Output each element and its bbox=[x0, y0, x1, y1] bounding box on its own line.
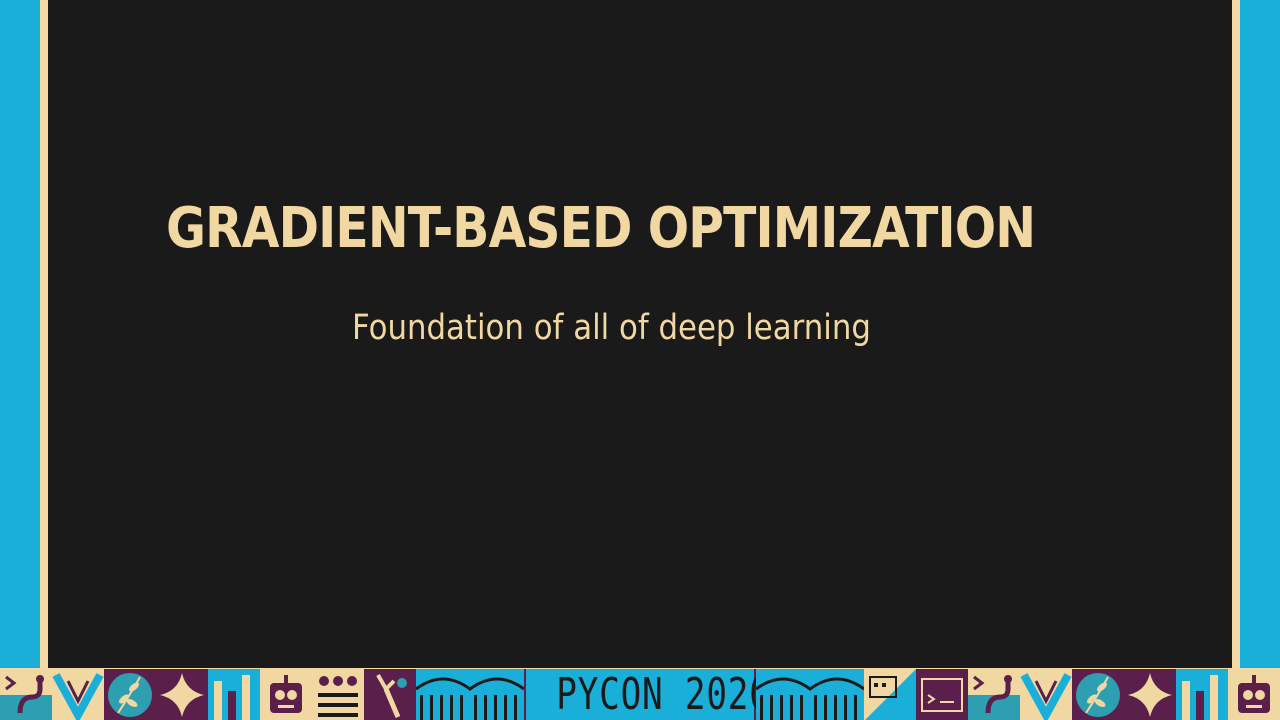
pycon-2020-logo: PYCON 2020 bbox=[524, 669, 770, 720]
left-border-band bbox=[0, 0, 40, 668]
wrench-hand-icon bbox=[364, 669, 416, 720]
presentation-stage: GRADIENT-BASED OPTIMIZATION Foundation o… bbox=[0, 0, 1280, 720]
slide-subtitle: Foundation of all of deep learning bbox=[352, 308, 871, 348]
diamond-star-icon bbox=[1124, 669, 1176, 720]
bar-columns-icon bbox=[208, 669, 260, 720]
robot-face-icon bbox=[1228, 669, 1280, 720]
diamond-star-icon bbox=[156, 669, 208, 720]
laurel-leaf-icon bbox=[1072, 669, 1124, 720]
slide-title: GRADIENT-BASED OPTIMIZATION bbox=[166, 196, 1036, 261]
terminal-snake-icon bbox=[968, 669, 1020, 720]
slide-canvas: GRADIENT-BASED OPTIMIZATION Foundation o… bbox=[48, 0, 1232, 668]
check-chevron-icon bbox=[52, 669, 104, 720]
gear-toolbar-icon bbox=[312, 669, 364, 720]
terminal-snake-icon bbox=[0, 669, 52, 720]
arch-bridge-icon bbox=[756, 669, 864, 720]
right-border-band bbox=[1240, 0, 1280, 668]
check-chevron-icon bbox=[1020, 669, 1072, 720]
pycon-logo-text: PYCON 2020 bbox=[556, 669, 771, 720]
robot-face-icon bbox=[260, 669, 312, 720]
conference-footer-banner: PYCON 2020 bbox=[0, 668, 1280, 720]
code-window-icon bbox=[864, 669, 916, 720]
bar-columns-icon bbox=[1176, 669, 1228, 720]
slide-frame: GRADIENT-BASED OPTIMIZATION Foundation o… bbox=[40, 0, 1240, 668]
terminal-dollar-icon bbox=[916, 669, 968, 720]
laurel-leaf-icon bbox=[104, 669, 156, 720]
arch-bridge-icon bbox=[416, 669, 524, 720]
